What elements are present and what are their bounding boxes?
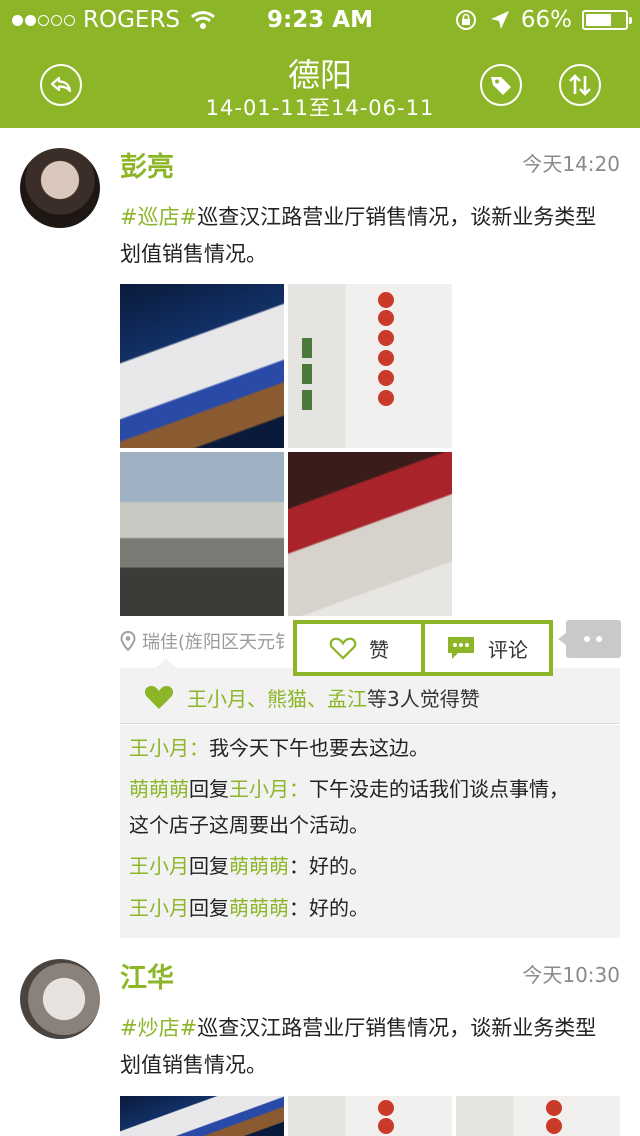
action-popup: 赞 评论 <box>293 620 553 676</box>
location-arrow-icon <box>490 11 509 29</box>
comment-text-cont: 这个店子这周要出个活动。 <box>129 813 369 837</box>
comment[interactable]: 萌萌萌回复王小月：下午没走的话我们谈点事情， 这个店子这周要出个活动。 <box>129 771 614 843</box>
comment-button[interactable]: 评论 <box>425 624 549 672</box>
post-photo[interactable] <box>120 1096 284 1136</box>
comment-text: ：好的。 <box>289 896 369 920</box>
like-label: 赞 <box>369 637 389 662</box>
reply-label: 回复 <box>189 854 229 878</box>
post-text: #巡店#巡查汉江路营业厅销售情况，谈新业务类型 划值销售情况。 <box>120 199 640 273</box>
comment-text: ：好的。 <box>289 854 369 878</box>
likes-bar: 王小月、熊猫、孟江等3人觉得赞 <box>120 658 620 724</box>
post-author[interactable]: 彭亮 <box>120 145 174 184</box>
tag-icon <box>491 77 511 95</box>
heart-outline-icon <box>329 637 357 660</box>
comment-text: 下午没走的话我们谈点事情， <box>309 777 569 801</box>
reply-label: 回复 <box>189 777 229 801</box>
comment-bubble-icon <box>448 637 474 659</box>
comment-author[interactable]: 王小月 <box>129 896 189 920</box>
likes-suffix: 等3人觉得赞 <box>367 687 480 711</box>
battery-percent: 66% <box>520 7 572 33</box>
rotation-lock-icon <box>455 10 476 30</box>
reply-label: 回复 <box>189 896 229 920</box>
more-icon-dot <box>596 636 602 642</box>
post-text-line-1: 巡查汉江路营业厅销售情况，谈新业务类型 <box>197 205 597 229</box>
reply-target[interactable]: 萌萌萌 <box>229 896 289 920</box>
comment-author[interactable]: 王小月： <box>129 736 209 760</box>
post-text-line-2: 划值销售情况。 <box>120 1053 267 1077</box>
sort-icon <box>569 74 591 96</box>
post-photo[interactable] <box>456 1096 620 1136</box>
post-photo[interactable] <box>288 284 452 448</box>
post-text: #炒店#巡查汉江路营业厅销售情况，谈新业务类型 划值销售情况。 <box>120 1010 640 1084</box>
sort-button[interactable] <box>559 64 601 106</box>
header-bar: ROGERS 9:23 AM 66% 德阳 14-01-11至14-06-11 <box>0 0 640 128</box>
post-photo[interactable] <box>120 452 284 616</box>
comment-author[interactable]: 王小月 <box>129 854 189 878</box>
reply-target[interactable]: 萌萌萌 <box>229 854 289 878</box>
comment-author[interactable]: 萌萌萌 <box>129 777 189 801</box>
comment-label: 评论 <box>488 637 528 662</box>
post-photo[interactable] <box>288 452 452 616</box>
heart-icon <box>144 686 174 709</box>
page-title: 德阳 <box>287 56 352 94</box>
more-icon <box>584 636 590 642</box>
location-pin-icon <box>120 631 136 651</box>
battery-icon <box>582 10 632 30</box>
avatar[interactable] <box>20 148 100 228</box>
post-author[interactable]: 江华 <box>120 956 174 995</box>
post-text-line-1: 巡查汉江路营业厅销售情况，谈新业务类型 <box>197 1016 597 1040</box>
status-bar: ROGERS 9:23 AM 66% <box>0 0 640 40</box>
comment-list: 王小月：我今天下午也要去这边。 萌萌萌回复王小月：下午没走的话我们谈点事情， 这… <box>120 725 620 938</box>
comment[interactable]: 王小月回复萌萌萌：好的。 <box>129 890 614 926</box>
liker-names[interactable]: 王小月、熊猫、孟江 <box>187 687 367 711</box>
avatar[interactable] <box>20 959 100 1039</box>
reply-target[interactable]: 王小月： <box>229 777 309 801</box>
comment-text: 我今天下午也要去这边。 <box>209 736 429 760</box>
location-label: 瑞佳(旌阳区天元钅 <box>142 632 294 653</box>
tag-button[interactable] <box>480 64 522 106</box>
post-location[interactable]: 瑞佳(旌阳区天元钅 <box>120 628 293 654</box>
post-photo[interactable] <box>120 284 284 448</box>
post-tag[interactable]: #巡店# <box>120 205 197 229</box>
like-button[interactable]: 赞 <box>297 624 421 672</box>
post-time: 今天10:30 <box>522 963 620 987</box>
comment[interactable]: 王小月：我今天下午也要去这边。 <box>129 730 614 766</box>
post-text-line-2: 划值销售情况。 <box>120 242 267 266</box>
comment[interactable]: 王小月回复萌萌萌：好的。 <box>129 848 614 884</box>
post-time: 今天14:20 <box>522 152 620 176</box>
post-tag[interactable]: #炒店# <box>120 1016 197 1040</box>
date-range: 14-01-11至14-06-11 <box>205 96 435 120</box>
more-actions-button[interactable] <box>558 620 621 658</box>
post-photo[interactable] <box>288 1096 452 1136</box>
